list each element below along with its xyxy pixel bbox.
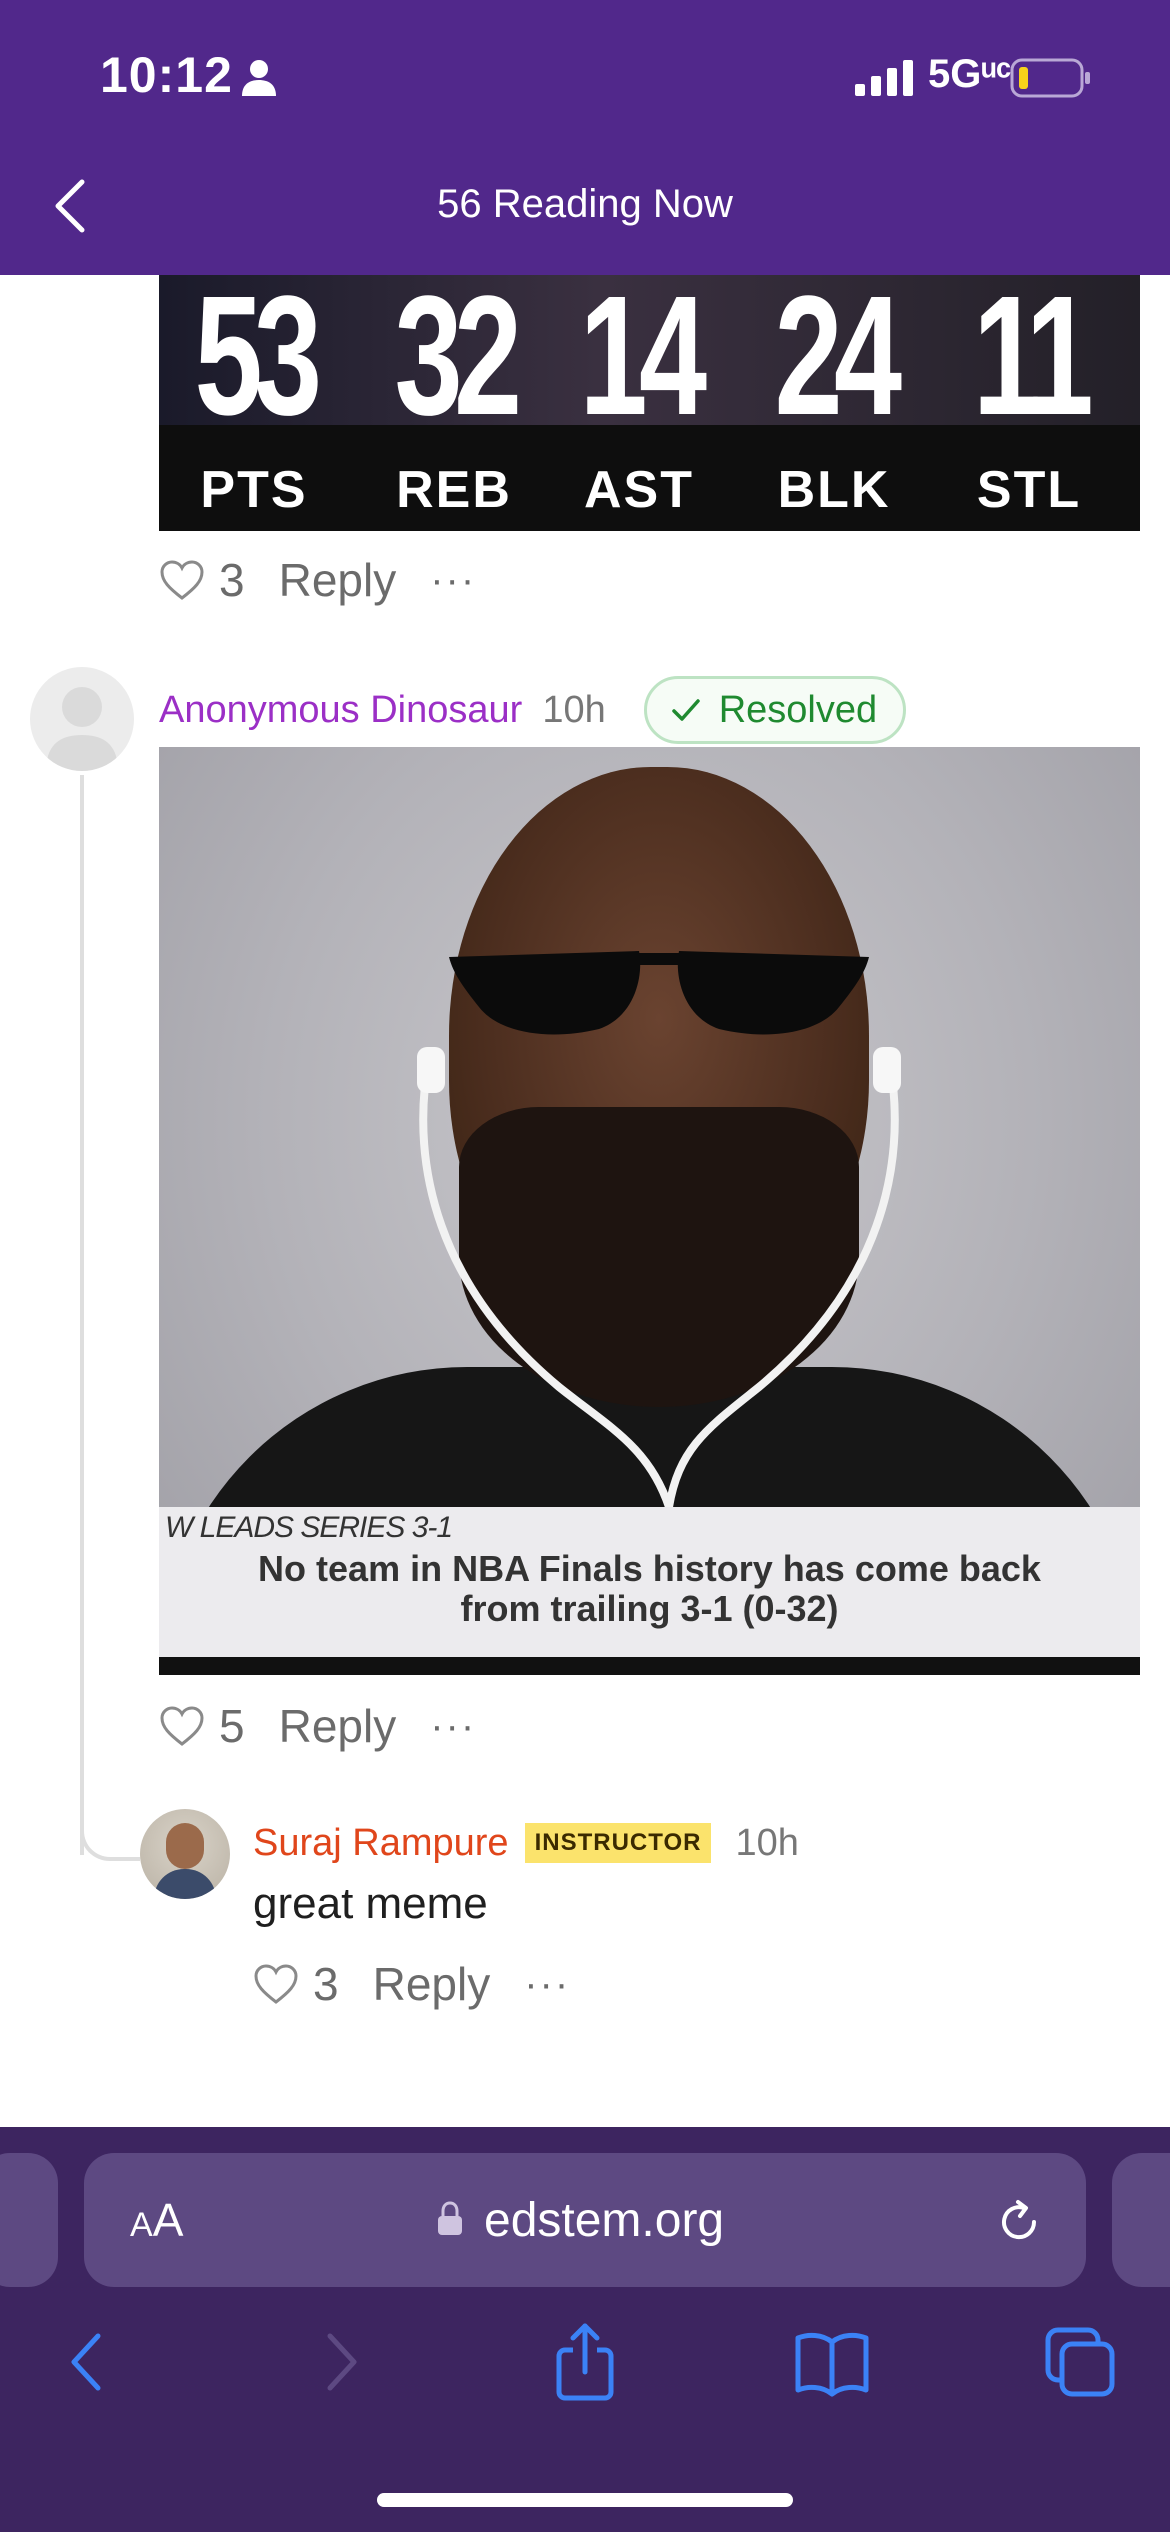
thread-connector xyxy=(80,1825,140,1861)
meme-image[interactable]: W LEADS SERIES 3-1 No team in NBA Finals… xyxy=(159,747,1140,1675)
stat-value: 14 xyxy=(579,275,708,451)
more-options-icon[interactable]: ··· xyxy=(430,558,476,603)
share-icon[interactable] xyxy=(545,2322,625,2402)
reply-button[interactable]: Reply xyxy=(279,553,397,607)
like-count: 3 xyxy=(313,1958,339,2010)
thread-line xyxy=(80,775,84,1855)
stat-blk: 24 BLK xyxy=(749,275,919,519)
browser-toolbar: AA edstem.org xyxy=(0,2127,1170,2532)
comment-actions: 5 Reply ··· xyxy=(159,1699,476,1753)
instructor-badge: INSTRUCTOR xyxy=(524,1823,712,1863)
like-count: 5 xyxy=(219,1700,245,1752)
stat-label: BLK xyxy=(777,461,891,519)
tabs-icon[interactable] xyxy=(1040,2322,1120,2402)
reply-actions: 3 Reply ··· xyxy=(253,1957,570,2011)
reply-author-name[interactable]: Suraj Rampure xyxy=(253,1822,509,1865)
person-icon xyxy=(242,60,276,96)
stats-post-actions: 3 Reply ··· xyxy=(159,553,476,607)
meme-caption-small: W LEADS SERIES 3-1 xyxy=(165,1511,453,1544)
aa-small: A xyxy=(130,2206,153,2244)
stat-label: AST xyxy=(584,461,694,519)
anonymous-user-icon xyxy=(46,687,118,771)
meme-caption-line: from trailing 3-1 (0-32) xyxy=(460,1588,839,1629)
stat-label: PTS xyxy=(200,461,308,519)
stat-label: STL xyxy=(976,461,1082,519)
avatar[interactable] xyxy=(140,1809,230,1899)
reply-header: Suraj Rampure INSTRUCTOR 10h xyxy=(253,1813,799,1873)
author-name[interactable]: Anonymous Dinosaur xyxy=(159,689,522,732)
meme-caption-line: No team in NBA Finals history has come b… xyxy=(258,1548,1041,1589)
reply-button[interactable]: Reply xyxy=(373,1957,491,2011)
stat-value: 11 xyxy=(972,275,1094,451)
earphones-icon xyxy=(417,1047,901,1509)
signal-icon xyxy=(855,60,913,96)
more-options-icon[interactable]: ··· xyxy=(524,1962,570,2007)
comment-header: Anonymous Dinosaur 10h Resolved xyxy=(159,675,907,745)
avatar-face xyxy=(166,1823,204,1869)
battery-icon xyxy=(1010,58,1090,98)
reply-time: 10h xyxy=(735,1821,799,1864)
reload-icon[interactable] xyxy=(994,2197,1044,2247)
stat-stl: 11 STL xyxy=(939,275,1119,519)
next-tab-preview[interactable] xyxy=(1112,2153,1170,2287)
aa-large: A xyxy=(152,2194,184,2246)
more-options-icon[interactable]: ··· xyxy=(430,1704,476,1749)
heart-icon[interactable] xyxy=(159,1705,205,1747)
avatar-body xyxy=(154,1869,216,1899)
stat-reb: 32 REB xyxy=(369,275,539,519)
network-indicator: 5Gᵘᶜ xyxy=(928,52,1012,96)
meme-bottom-bar xyxy=(159,1657,1140,1675)
status-time: 10:12 xyxy=(100,47,233,103)
browser-back-icon[interactable] xyxy=(48,2322,128,2402)
resolved-label: Resolved xyxy=(718,688,878,731)
reply-button[interactable]: Reply xyxy=(279,1699,397,1753)
heart-icon[interactable] xyxy=(253,1963,299,2005)
page-title: 56 Reading Now xyxy=(437,182,733,226)
lock-icon xyxy=(438,2201,462,2235)
url-text[interactable]: edstem.org xyxy=(484,2193,724,2248)
stat-value: 32 xyxy=(394,275,523,451)
stat-value: 24 xyxy=(774,275,903,451)
avatar xyxy=(30,667,134,771)
stat-value: 53 xyxy=(194,275,323,451)
heart-icon[interactable] xyxy=(159,559,205,601)
meme-caption-band: W LEADS SERIES 3-1 No team in NBA Finals… xyxy=(159,1507,1140,1657)
stat-pts: 53 PTS xyxy=(169,275,339,519)
check-icon xyxy=(671,699,700,721)
like-count: 3 xyxy=(219,554,245,606)
browser-forward-icon[interactable] xyxy=(300,2322,380,2402)
previous-tab-preview[interactable] xyxy=(0,2153,58,2287)
resolved-badge[interactable]: Resolved xyxy=(643,676,907,744)
comment-time: 10h xyxy=(542,688,606,731)
meme-caption: No team in NBA Finals history has come b… xyxy=(159,1549,1140,1629)
stats-image: 53 PTS 32 REB 14 AST 24 BLK 11 STL xyxy=(159,275,1140,531)
bookmarks-icon[interactable] xyxy=(792,2322,872,2402)
home-indicator[interactable] xyxy=(377,2493,793,2507)
address-bar[interactable]: AA edstem.org xyxy=(84,2153,1086,2287)
stat-ast: 14 AST xyxy=(554,275,724,519)
app-header: 10:12 5Gᵘᶜ 56 Reading Now xyxy=(0,0,1170,275)
reply-body: great meme xyxy=(253,1879,488,1928)
thread-content[interactable]: 53 PTS 32 REB 14 AST 24 BLK 11 STL 3 Rep… xyxy=(0,275,1170,2127)
reader-options-button[interactable]: AA xyxy=(130,2193,183,2247)
stat-label: REB xyxy=(396,461,512,519)
